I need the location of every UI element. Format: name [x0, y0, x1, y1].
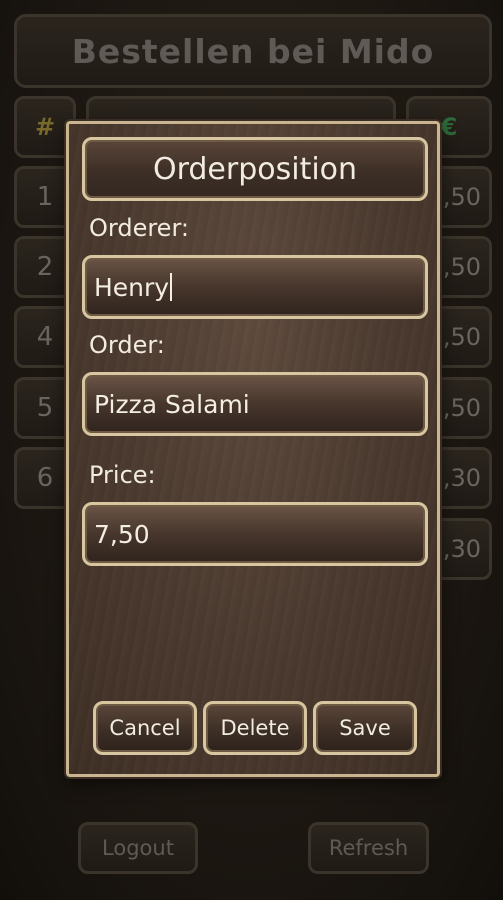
text-caret [170, 273, 173, 301]
orderer-field[interactable]: Henry [82, 255, 428, 319]
orderer-label: Orderer: [89, 214, 189, 242]
price-value: 7,50 [94, 519, 150, 549]
refresh-button[interactable]: Refresh [308, 822, 429, 874]
order-field[interactable]: Pizza Salami [82, 372, 428, 436]
dialog-title: Orderposition [82, 137, 428, 201]
price-field[interactable]: 7,50 [82, 502, 428, 566]
save-button[interactable]: Save [313, 701, 417, 755]
delete-button[interactable]: Delete [203, 701, 307, 755]
cancel-button[interactable]: Cancel [93, 701, 197, 755]
order-value: Pizza Salami [94, 389, 250, 419]
logout-button[interactable]: Logout [78, 822, 198, 874]
price-label: Price: [89, 461, 156, 489]
order-position-dialog: Orderposition Orderer: Henry Order: Pizz… [66, 121, 440, 777]
order-label: Order: [89, 331, 165, 359]
orderer-value: Henry [94, 272, 170, 302]
app-title: Bestellen bei Mido [14, 14, 492, 88]
